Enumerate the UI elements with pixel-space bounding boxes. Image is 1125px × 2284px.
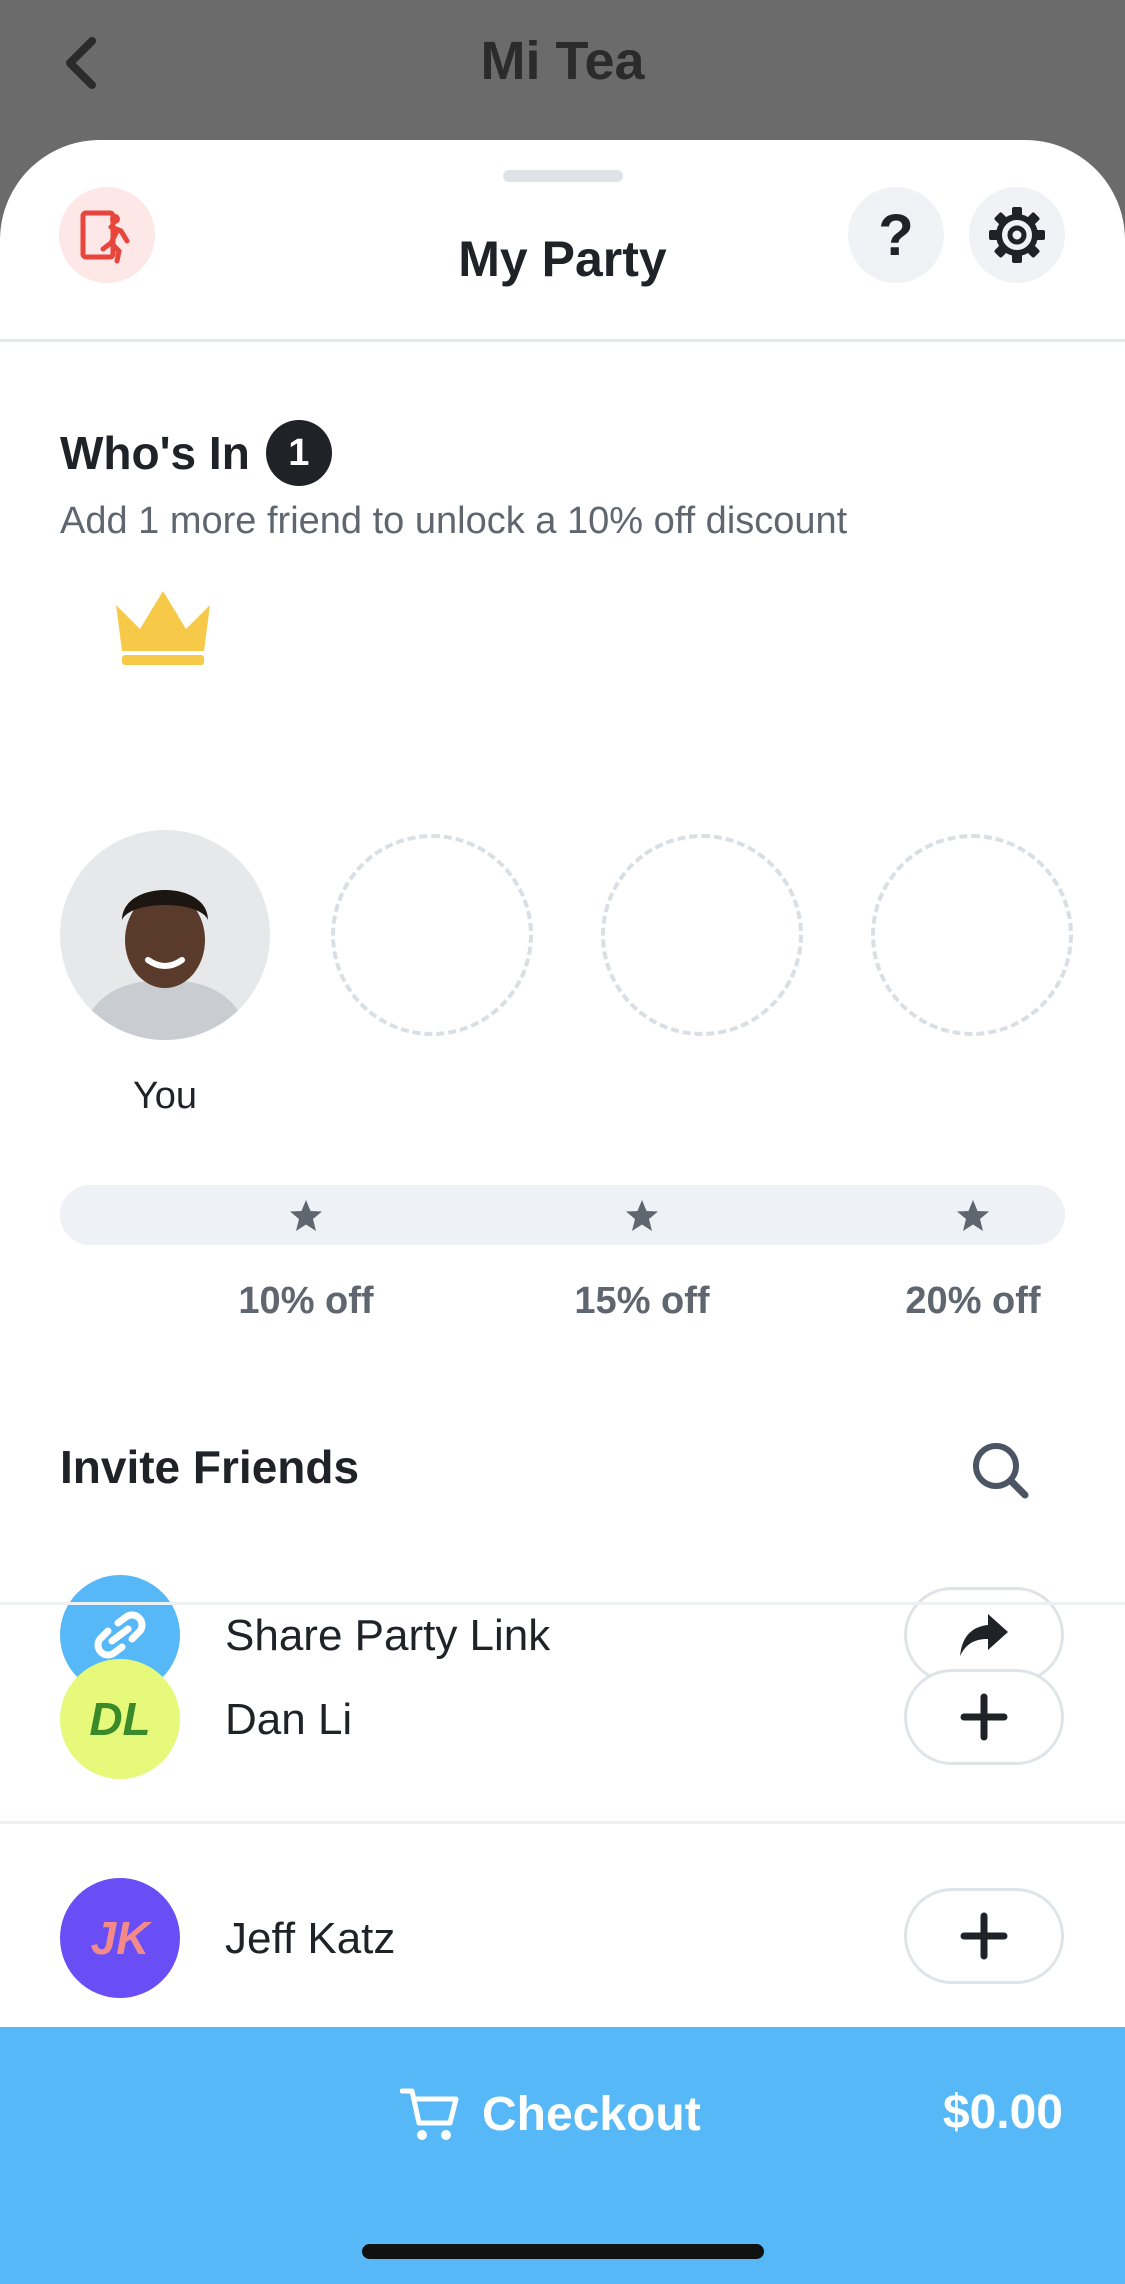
- app-title: Mi Tea: [480, 31, 645, 91]
- checkout-bar[interactable]: Checkout $0.00: [0, 2027, 1125, 2284]
- sheet-drag-handle[interactable]: [503, 170, 623, 182]
- header-divider: [0, 339, 1125, 342]
- home-indicator: [362, 2244, 764, 2259]
- star-icon: [957, 1200, 989, 1231]
- party-sheet: My Party ? Who's In 1 Add 1 more friend …: [0, 140, 1125, 2284]
- add-friend-button[interactable]: [904, 1888, 1064, 1984]
- order-total: $0.00: [942, 2086, 1063, 2139]
- tier-label-20: 20% off: [905, 1280, 1041, 1322]
- empty-member-slot[interactable]: [331, 834, 533, 1036]
- add-friend-button[interactable]: [904, 1669, 1064, 1765]
- app-top-bar: Mi Tea: [0, 0, 1125, 140]
- host-avatar[interactable]: [60, 830, 270, 1040]
- sheet-title: My Party: [458, 231, 667, 287]
- plus-icon: [960, 1912, 1008, 1960]
- friend-avatar: JK: [60, 1878, 180, 1998]
- checkout-button[interactable]: Checkout: [400, 2085, 701, 2143]
- friend-row[interactable]: DL Dan Li: [0, 1605, 1125, 1823]
- empty-member-slot[interactable]: [601, 834, 803, 1036]
- search-icon: [973, 1443, 1029, 1499]
- friend-avatar: DL: [60, 1659, 180, 1779]
- tier-label-10: 10% off: [238, 1280, 374, 1322]
- discount-progress-track: [60, 1185, 1065, 1245]
- star-icon: [290, 1200, 322, 1231]
- help-button[interactable]: ?: [848, 187, 944, 283]
- avatar-photo: [60, 830, 270, 1040]
- friend-name: Dan Li: [225, 1695, 353, 1744]
- settings-button[interactable]: [969, 187, 1065, 283]
- help-icon: ?: [878, 202, 914, 268]
- crown-icon: [116, 591, 210, 665]
- discount-hint: Add 1 more friend to unlock a 10% off di…: [60, 500, 848, 542]
- friend-row[interactable]: JK Jeff Katz: [0, 1824, 1125, 2042]
- star-icon: [626, 1200, 658, 1231]
- tier-label-15: 15% off: [574, 1280, 710, 1322]
- whos-in-label: Who's In: [60, 427, 250, 479]
- plus-icon: [960, 1693, 1008, 1741]
- checkout-label: Checkout: [482, 2087, 701, 2141]
- search-friends-button[interactable]: [960, 1430, 1040, 1510]
- member-count-badge: 1: [265, 420, 332, 486]
- friend-name: Jeff Katz: [225, 1914, 396, 1963]
- whos-in-heading: Who's In 1: [60, 420, 332, 486]
- gear-icon: [989, 207, 1045, 263]
- invite-friends-heading: Invite Friends: [60, 1441, 360, 1493]
- empty-member-slot[interactable]: [871, 834, 1073, 1036]
- cart-icon: [400, 2088, 459, 2140]
- host-label: You: [132, 1075, 198, 1117]
